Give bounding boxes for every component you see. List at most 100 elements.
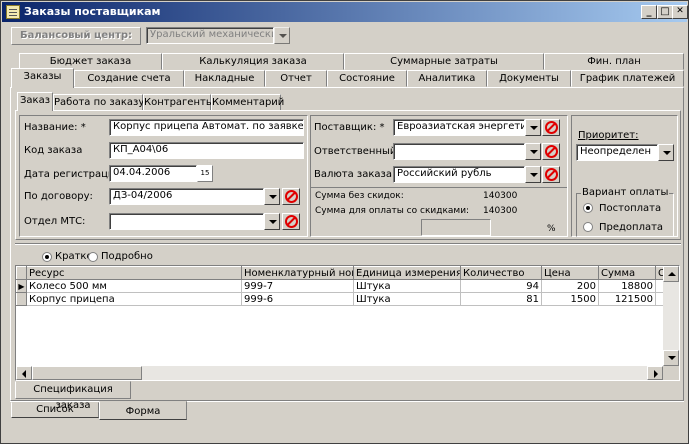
- contract-dropdown[interactable]: [264, 188, 280, 205]
- col-sum[interactable]: Сумма: [598, 266, 656, 280]
- currency-clear-button[interactable]: [542, 166, 560, 183]
- table-header: Ресурс Номенклатурный номер Единица изме…: [16, 266, 667, 280]
- cell-sum[interactable]: 18800: [598, 279, 656, 293]
- col-unit[interactable]: Единица измерения: [353, 266, 461, 280]
- scroll-left-button[interactable]: [16, 366, 32, 380]
- code-label: Код заказа: [24, 145, 83, 156]
- row-indicator: ▶: [16, 279, 27, 293]
- sums-box: Сумма без скидок: 140300 Сумма для оплат…: [311, 187, 567, 236]
- minimize-button[interactable]: _: [641, 5, 657, 19]
- contract-clear-button[interactable]: [282, 188, 300, 205]
- responsible-field[interactable]: [393, 143, 525, 160]
- tab-documents[interactable]: Документы: [487, 70, 571, 87]
- priority-field[interactable]: Неопределен: [576, 144, 658, 161]
- scroll-corner: [663, 366, 679, 380]
- tab-payment-schedule[interactable]: График платежей: [571, 70, 684, 87]
- tab-analytics[interactable]: Аналитика: [407, 70, 487, 87]
- cancel-icon: [285, 215, 298, 228]
- tab-status[interactable]: Состояние: [327, 70, 407, 87]
- scroll-right-button[interactable]: [647, 366, 663, 380]
- calendar-icon[interactable]: 15: [197, 165, 213, 182]
- date-field[interactable]: 04.04.2006: [109, 165, 197, 182]
- supplier-field[interactable]: Евроазиатская энергетиче: [393, 119, 525, 136]
- supplier-group: Поставщик: * Евроазиатская энергетиче От…: [310, 115, 568, 237]
- subtab-work[interactable]: Работа по заказу: [53, 94, 144, 111]
- window-title: Заказы поставщикам: [24, 5, 161, 18]
- tab-calculation[interactable]: Калькуляция заказа: [162, 53, 344, 70]
- col-resource[interactable]: Ресурс: [26, 266, 242, 280]
- cell-unit[interactable]: Штука: [353, 292, 461, 306]
- scroll-up-button[interactable]: [663, 266, 679, 282]
- supplier-clear-button[interactable]: [542, 119, 560, 136]
- maximize-button[interactable]: □: [657, 5, 673, 19]
- tab-fin-plan[interactable]: Фин. план: [544, 53, 684, 70]
- subtab-order[interactable]: Заказ: [17, 92, 53, 111]
- sum-nodisc-label: Сумма без скидок:: [315, 191, 404, 201]
- dept-dropdown[interactable]: [264, 213, 280, 230]
- subtab-contractors[interactable]: Контрагенты: [143, 94, 214, 111]
- tab-create-invoice[interactable]: Создание счета: [74, 70, 184, 87]
- cell-resource[interactable]: Колесо 500 мм: [26, 279, 242, 293]
- scroll-down-button[interactable]: [663, 350, 679, 366]
- cancel-icon: [545, 121, 558, 134]
- dept-clear-button[interactable]: [282, 213, 300, 230]
- cell-nomen[interactable]: 999-6: [241, 292, 354, 306]
- close-button[interactable]: ✕: [672, 5, 688, 19]
- tab-report[interactable]: Отчет: [265, 70, 327, 87]
- priority-dropdown[interactable]: [658, 144, 674, 161]
- percent-label: %: [547, 224, 556, 234]
- sum-nodisc-value: 140300: [483, 191, 518, 201]
- table-row[interactable]: ▶ Колесо 500 мм 999-7 Штука 94 200 18800: [16, 279, 667, 293]
- brief-radio[interactable]: [42, 252, 52, 262]
- supplier-label: Поставщик: *: [314, 122, 385, 133]
- tab-waybills[interactable]: Накладные: [184, 70, 265, 87]
- cell-qty[interactable]: 94: [460, 279, 542, 293]
- splitter[interactable]: [15, 243, 681, 245]
- cell-qty[interactable]: 81: [460, 292, 542, 306]
- payment-groupbox: Вариант оплаты Постоплата Предоплата: [576, 187, 674, 237]
- tab-spec[interactable]: Спецификация заказа: [15, 381, 131, 411]
- cell-unit[interactable]: Штука: [353, 279, 461, 293]
- cell-resource[interactable]: Корпус прицепа: [26, 292, 242, 306]
- vertical-scrollbar[interactable]: [663, 266, 679, 366]
- horizontal-scrollbar[interactable]: [16, 366, 663, 380]
- postpay-label: Постоплата: [599, 203, 662, 214]
- col-nomen[interactable]: Номенклатурный номер: [241, 266, 354, 280]
- subtab-comment[interactable]: Комментарий: [211, 94, 284, 111]
- table-row[interactable]: Корпус прицепа 999-6 Штука 81 1500 12150…: [16, 292, 667, 306]
- detailed-radio[interactable]: [88, 252, 98, 262]
- row-indicator: [16, 292, 27, 306]
- code-field[interactable]: КП_А04\06: [109, 142, 304, 159]
- responsible-dropdown[interactable]: [525, 143, 541, 160]
- dept-field[interactable]: [109, 213, 264, 230]
- postpay-radio[interactable]: [583, 203, 593, 213]
- cell-price[interactable]: 200: [541, 279, 599, 293]
- scroll-thumb[interactable]: [32, 366, 142, 380]
- tab-orders[interactable]: Заказы: [11, 68, 74, 88]
- orders-panel: Заказ Работа по заказу Контрагенты Комме…: [10, 87, 684, 411]
- cell-nomen[interactable]: 999-7: [241, 279, 354, 293]
- name-field[interactable]: Корпус прицепа Автомат. по заявке Заре: [109, 119, 304, 136]
- currency-dropdown[interactable]: [525, 166, 541, 183]
- order-form-panel: Название: * Корпус прицепа Автомат. по з…: [15, 110, 681, 240]
- discount-field[interactable]: [421, 219, 491, 236]
- title-bar: Заказы поставщикам _ □ ✕: [2, 2, 688, 22]
- contract-field[interactable]: ДЗ-04/2006: [109, 188, 264, 205]
- currency-field[interactable]: Российский рубль: [393, 166, 525, 183]
- supplier-dropdown[interactable]: [525, 119, 541, 136]
- balance-center-field[interactable]: Уральский механический з: [146, 27, 274, 44]
- col-price[interactable]: Цена: [541, 266, 599, 280]
- prepay-label: Предоплата: [599, 222, 664, 233]
- main-window: Заказы поставщикам _ □ ✕ Балансовый цент…: [0, 0, 689, 444]
- responsible-clear-button[interactable]: [542, 143, 560, 160]
- cancel-icon: [545, 145, 558, 158]
- cell-sum[interactable]: 121500: [598, 292, 656, 306]
- balance-center-dropdown[interactable]: [274, 27, 290, 44]
- cell-price[interactable]: 1500: [541, 292, 599, 306]
- dept-label: Отдел МТС:: [24, 216, 86, 227]
- col-qty[interactable]: Количество: [460, 266, 542, 280]
- tab-form[interactable]: Форма: [99, 401, 187, 420]
- responsible-label: Ответственный:: [314, 146, 400, 157]
- prepay-radio[interactable]: [583, 222, 593, 232]
- tab-total-costs[interactable]: Суммарные затраты: [344, 53, 544, 70]
